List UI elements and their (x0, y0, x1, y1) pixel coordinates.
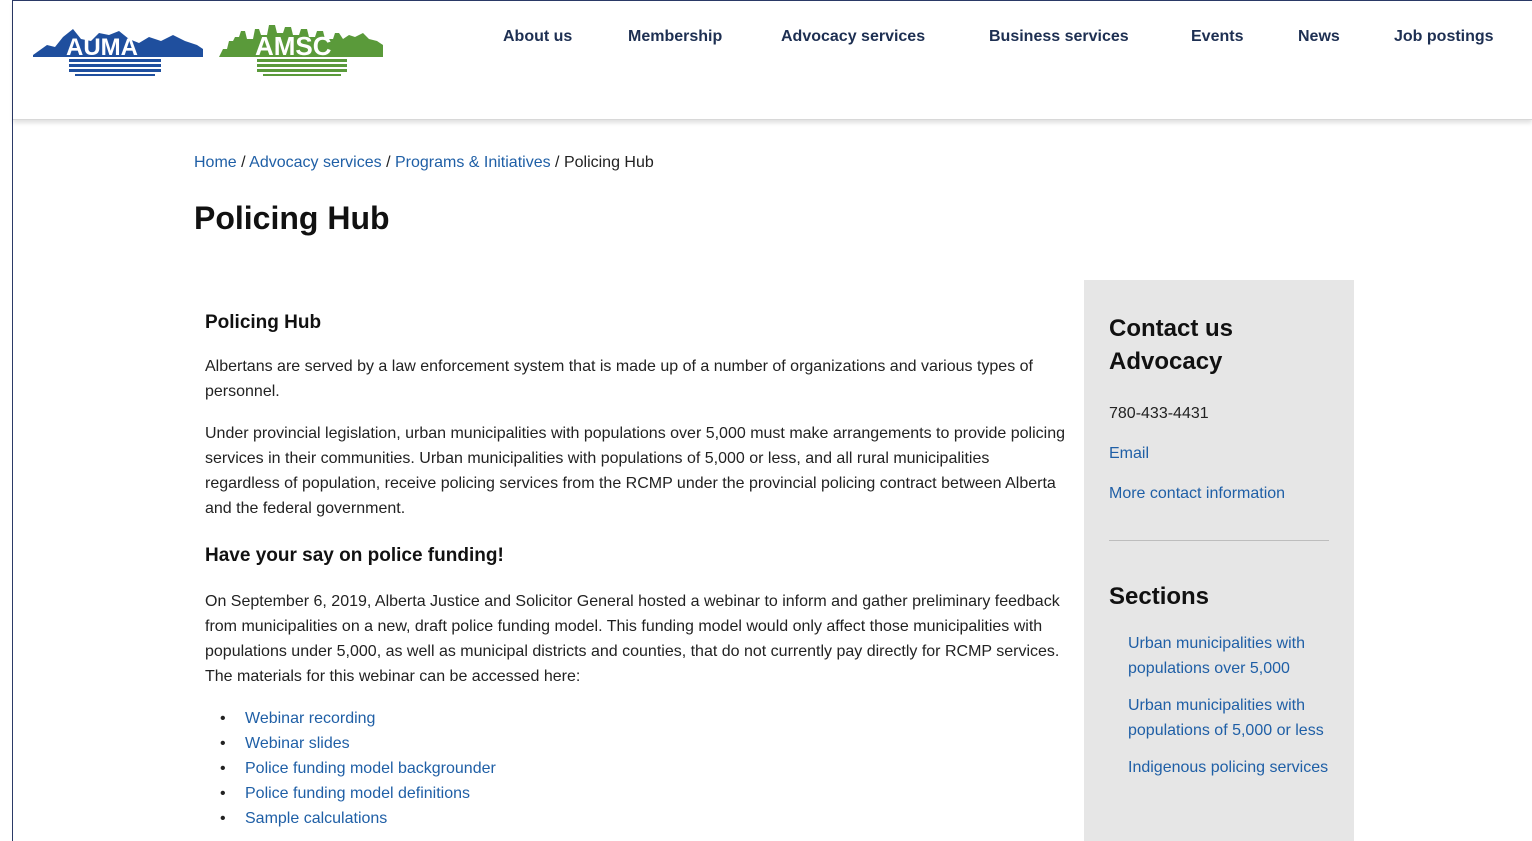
nav-events[interactable]: Events (1191, 28, 1243, 46)
nav-advocacy-services[interactable]: Advocacy services (781, 28, 925, 46)
auma-logo-reflection (69, 59, 161, 76)
amsc-logo-reflection (257, 59, 347, 76)
site-header: AUMA AMSC About us Membership Advocacy s… (13, 1, 1532, 120)
breadcrumb-separator: / (381, 154, 395, 171)
window-left-border (12, 0, 13, 841)
breadcrumb-home[interactable]: Home (194, 154, 237, 171)
breadcrumb-separator: / (550, 154, 564, 171)
sections-list: Urban municipalities with populations ov… (1109, 631, 1329, 780)
list-item: Webinar recording (205, 706, 1065, 731)
nav-business-services[interactable]: Business services (989, 28, 1129, 46)
breadcrumb-advocacy-services[interactable]: Advocacy services (249, 154, 382, 171)
breadcrumb-current: Policing Hub (563, 154, 654, 171)
auma-logo-text: AUMA (66, 34, 138, 61)
police-funding-heading: Have your say on police funding! (205, 545, 504, 566)
contact-title: Contact us Advocacy (1109, 312, 1329, 378)
breadcrumb-separator: / (236, 154, 250, 171)
more-contact-link[interactable]: More contact information (1109, 485, 1329, 503)
webinar-paragraph: On September 6, 2019, Alberta Justice an… (205, 593, 1060, 685)
section-heading: Policing Hub (205, 312, 322, 333)
amsc-logo[interactable]: AMSC (219, 19, 385, 79)
section-link-5000-or-less[interactable]: Urban municipalities with populations of… (1128, 697, 1324, 739)
contact-phone: 780-433-4431 (1109, 405, 1209, 422)
contact-title-line-2: Advocacy (1109, 348, 1223, 375)
list-item: Webinar slides (205, 731, 1065, 756)
breadcrumb: Home / Advocacy services / Programs & In… (194, 154, 654, 172)
amsc-logo-text: AMSC (255, 31, 332, 61)
nav-membership[interactable]: Membership (628, 28, 722, 46)
nav-news[interactable]: News (1298, 28, 1340, 46)
email-link[interactable]: Email (1109, 445, 1329, 463)
contact-title-line-1: Contact us (1109, 315, 1234, 342)
list-item: Urban municipalities with populations of… (1128, 693, 1329, 743)
sidebar: Contact us Advocacy 780-433-4431 Email M… (1084, 280, 1354, 841)
list-item: Police funding model backgrounder (205, 756, 1065, 781)
legislation-paragraph: Under provincial legislation, urban muni… (205, 425, 1066, 517)
page-title: Policing Hub (194, 200, 390, 236)
webinar-slides-link[interactable]: Webinar slides (245, 735, 350, 752)
list-item: Sample calculations (205, 806, 1065, 831)
section-link-over-5000[interactable]: Urban municipalities with populations ov… (1128, 635, 1305, 677)
webinar-materials-list: Webinar recording Webinar slides Police … (205, 706, 1065, 831)
nav-job-postings[interactable]: Job postings (1394, 28, 1494, 46)
funding-definitions-link[interactable]: Police funding model definitions (245, 785, 470, 802)
webinar-recording-link[interactable]: Webinar recording (245, 710, 375, 727)
sample-calculations-link[interactable]: Sample calculations (245, 810, 387, 827)
main-content: Policing Hub Albertans are served by a l… (205, 312, 1065, 831)
auma-logo[interactable]: AUMA (33, 19, 209, 79)
sidebar-divider (1109, 540, 1329, 541)
section-link-indigenous[interactable]: Indigenous policing services (1128, 759, 1328, 776)
intro-paragraph: Albertans are served by a law enforcemen… (205, 358, 1033, 400)
breadcrumb-programs-initiatives[interactable]: Programs & Initiatives (395, 154, 551, 171)
list-item: Indigenous policing services (1128, 755, 1329, 780)
funding-backgrounder-link[interactable]: Police funding model backgrounder (245, 760, 496, 777)
list-item: Police funding model definitions (205, 781, 1065, 806)
list-item: Urban municipalities with populations ov… (1128, 631, 1329, 681)
nav-about-us[interactable]: About us (503, 28, 572, 46)
sections-title: Sections (1109, 583, 1210, 610)
